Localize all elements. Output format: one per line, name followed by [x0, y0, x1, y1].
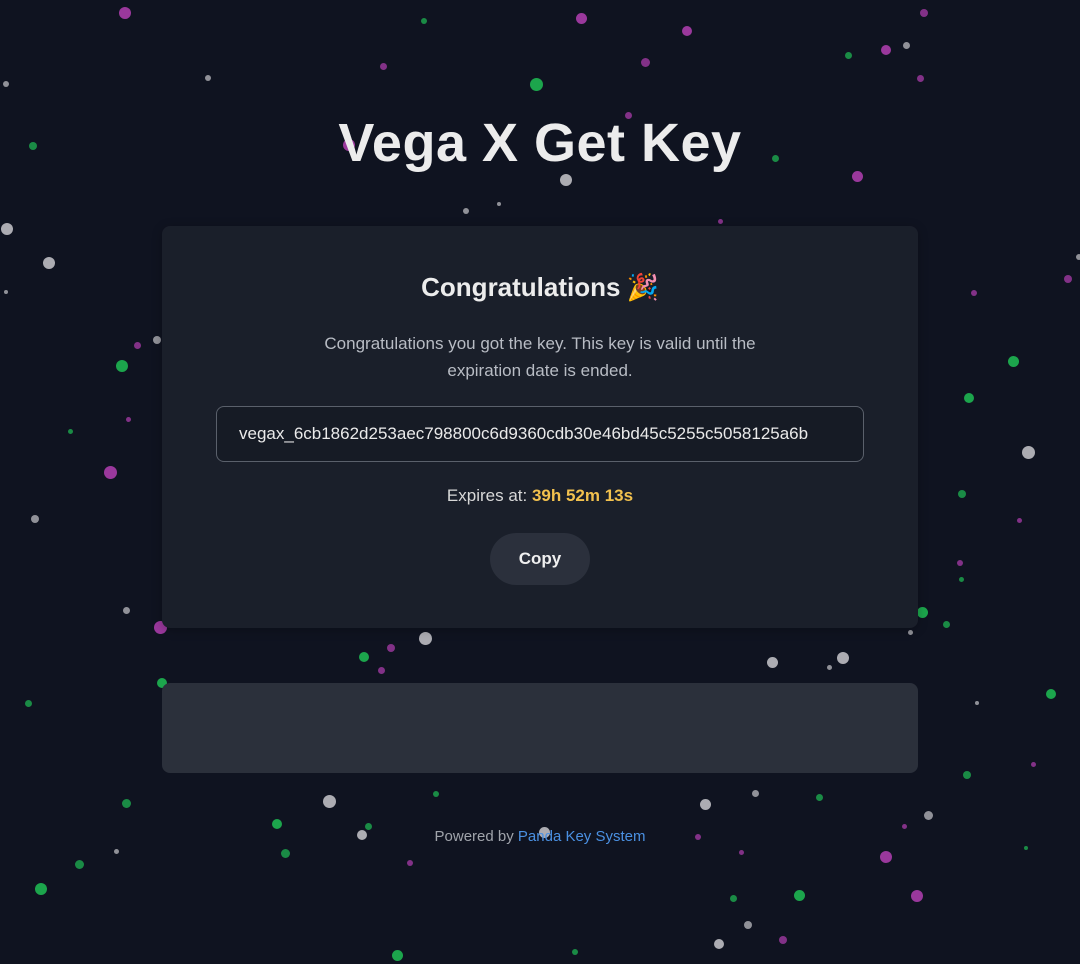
party-popper-icon: 🎉	[626, 272, 659, 302]
confetti-dot	[387, 644, 395, 652]
confetti-dot	[640, 57, 650, 67]
confetti-dot	[280, 848, 290, 858]
expires-countdown: 39h 52m 13s	[531, 486, 634, 505]
confetti-dot	[43, 257, 55, 269]
panda-key-system-link[interactable]: Panda Key System	[518, 828, 646, 845]
confetti-dot	[153, 336, 161, 344]
confetti-dot	[751, 789, 759, 797]
confetti-dot	[880, 851, 892, 863]
confetti-dot	[920, 9, 928, 17]
page-title: Vega X Get Key	[338, 113, 742, 173]
confetti-dot	[3, 81, 9, 87]
confetti-dot	[529, 77, 543, 91]
confetti-dot	[964, 393, 974, 403]
confetti-dot	[1030, 761, 1036, 767]
confetti-dot	[377, 666, 385, 674]
confetti-dot	[714, 939, 724, 949]
confetti-dot	[67, 428, 73, 434]
confetti-dot	[916, 606, 928, 618]
ad-panel	[162, 683, 918, 773]
confetti-dot	[116, 360, 128, 372]
confetti-dot	[744, 921, 752, 929]
confetti-dot	[1046, 689, 1056, 699]
confetti-dot	[103, 465, 117, 479]
confetti-dot	[815, 793, 823, 801]
confetti-dot	[942, 620, 950, 628]
confetti-dot	[717, 218, 723, 224]
card-heading: Congratulations 🎉	[162, 272, 918, 303]
confetti-dot	[1024, 846, 1028, 850]
confetti-dot	[74, 859, 84, 869]
confetti-dot	[421, 18, 427, 24]
confetti-dot	[205, 75, 211, 81]
confetti-dot	[122, 606, 130, 614]
confetti-dot	[1007, 355, 1019, 367]
confetti-dot	[24, 699, 32, 707]
confetti-dot	[907, 629, 913, 635]
confetti-dot	[958, 576, 964, 582]
confetti-dot	[844, 51, 852, 59]
confetti-dot	[359, 652, 369, 662]
confetti-dot	[963, 771, 971, 779]
confetti-dot	[1021, 445, 1035, 459]
confetti-dot	[379, 62, 387, 70]
confetti-dot	[113, 848, 119, 854]
confetti-dot	[35, 883, 47, 895]
confetti-dot	[407, 860, 413, 866]
confetti-dot	[923, 810, 933, 820]
confetti-dot	[881, 45, 891, 55]
confetti-dot	[971, 290, 977, 296]
footer: Powered by Panda Key System	[0, 828, 1080, 845]
key-card: Congratulations 🎉 Congratulations you got…	[162, 226, 918, 628]
confetti-dot	[31, 515, 39, 523]
footer-prefix: Powered by	[434, 828, 514, 845]
confetti-dot	[391, 949, 403, 961]
confetti-dot	[4, 290, 8, 294]
copy-button[interactable]: Copy	[490, 533, 590, 585]
confetti-dot	[433, 791, 439, 797]
confetti-dot	[133, 341, 141, 349]
confetti-dot	[958, 490, 966, 498]
confetti-dot	[125, 416, 131, 422]
confetti-dot	[729, 894, 737, 902]
card-message: Congratulations you got the key. This ke…	[324, 334, 756, 380]
confetti-dot	[1076, 254, 1080, 260]
expires-row: Expires at: 39h 52m 13s	[162, 486, 918, 506]
confetti-dot	[738, 849, 744, 855]
key-field[interactable]	[216, 406, 864, 462]
confetti-dot	[572, 949, 578, 955]
confetti-dot	[766, 656, 778, 668]
confetti-dot	[119, 7, 131, 19]
confetti-dot	[916, 74, 924, 82]
confetti-dot	[322, 794, 336, 808]
confetti-dot	[497, 202, 501, 206]
confetti-dot	[957, 560, 963, 566]
confetti-dot	[837, 652, 849, 664]
expires-label: Expires at:	[446, 486, 528, 505]
confetti-dot	[975, 701, 979, 705]
confetti-dot	[793, 889, 805, 901]
confetti-dot	[121, 798, 131, 808]
confetti-dot	[1016, 517, 1022, 523]
confetti-dot	[911, 890, 923, 902]
confetti-dot	[575, 12, 587, 24]
confetti-dot	[826, 664, 832, 670]
confetti-dot	[779, 936, 787, 944]
confetti-dot	[699, 798, 711, 810]
confetti-dot	[682, 26, 692, 36]
confetti-dot	[463, 208, 469, 214]
confetti-dot	[902, 41, 910, 49]
confetti-dot	[418, 631, 432, 645]
confetti-dot	[1, 223, 13, 235]
card-heading-text: Congratulations	[421, 272, 621, 302]
confetti-dot	[560, 174, 572, 186]
confetti-dot	[1064, 275, 1072, 283]
